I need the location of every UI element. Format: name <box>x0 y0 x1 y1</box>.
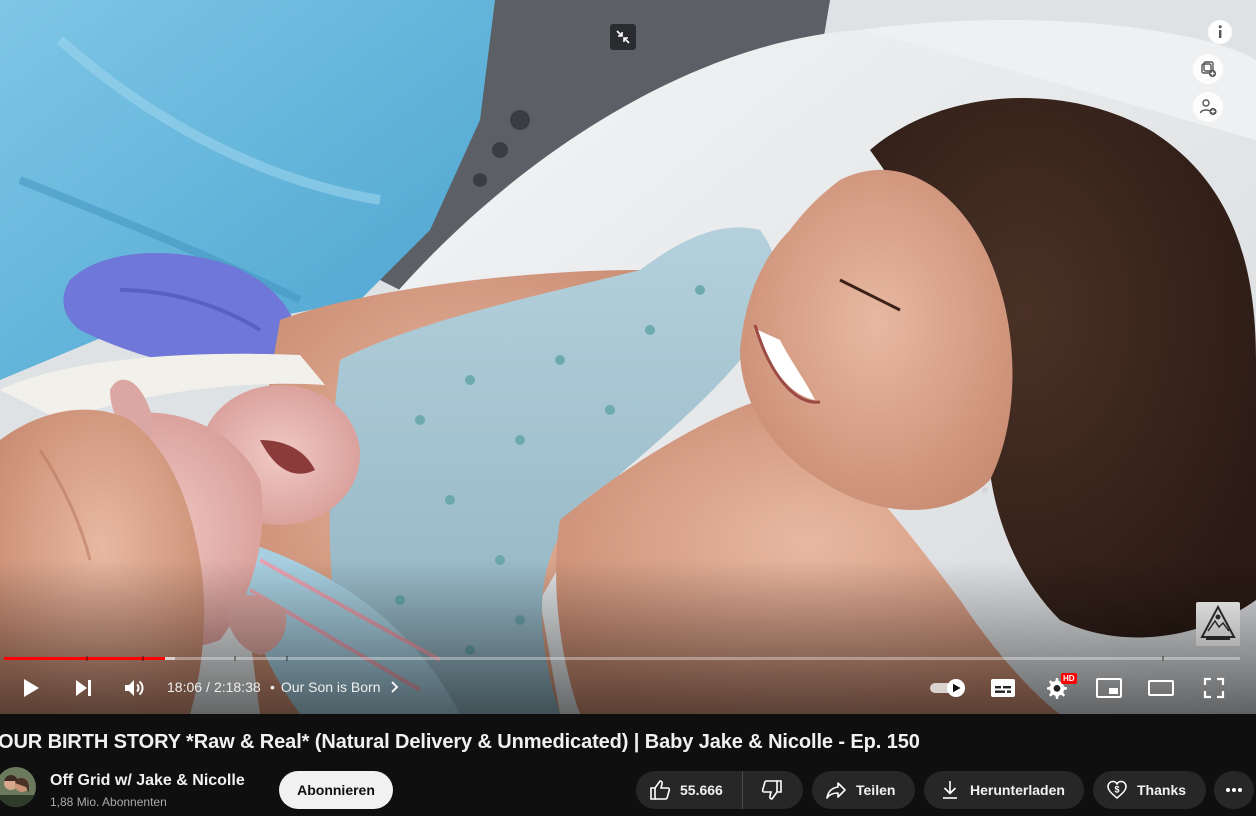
autoplay-toggle[interactable] <box>927 670 969 706</box>
video-player[interactable]: 18:06/2:18:38 • Our Son is Born HD <box>0 0 1256 714</box>
chapter-button[interactable]: • Our Son is Born <box>270 679 401 695</box>
chapter-marker <box>286 656 288 661</box>
next-button[interactable] <box>66 670 100 706</box>
channel-owner: Off Grid w/ Jake & Nicolle 1,88 Mio. Abo… <box>0 766 620 814</box>
volume-button[interactable] <box>117 670 151 706</box>
chapter-marker <box>86 656 88 661</box>
volume-icon <box>125 680 144 696</box>
exit-miniplayer-icon[interactable] <box>610 24 636 50</box>
channel-name[interactable]: Off Grid w/ Jake & Nicolle <box>50 772 245 790</box>
fullscreen-button[interactable] <box>1197 670 1231 706</box>
time-separator: / <box>206 679 210 695</box>
share-button[interactable]: Teilen <box>812 771 915 809</box>
play-icon <box>24 679 39 697</box>
autoplay-toggle-icon <box>930 679 965 697</box>
dislike-button[interactable] <box>743 771 801 809</box>
like-button[interactable]: 55.666 <box>636 771 743 809</box>
avatar[interactable] <box>0 767 36 807</box>
progress-track <box>4 657 1240 660</box>
chapter-marker <box>234 656 236 661</box>
chapter-marker <box>1162 656 1164 661</box>
like-icon <box>650 780 671 800</box>
download-icon <box>943 781 957 799</box>
share-icon <box>826 782 846 799</box>
thanks-icon: $ <box>1107 780 1127 799</box>
quality-badge: HD <box>1061 673 1077 684</box>
chapter-bullet: • <box>270 679 275 695</box>
play-button[interactable] <box>14 670 48 706</box>
settings-button[interactable]: HD <box>1039 670 1077 706</box>
time-current: 18:06 <box>167 679 203 695</box>
subtitles-button[interactable] <box>986 670 1020 706</box>
thanks-label: Thanks <box>1137 782 1187 798</box>
more-actions-button[interactable] <box>1214 771 1254 809</box>
chapter-title: Our Son is Born <box>280 679 381 695</box>
progress-bar[interactable] <box>4 656 1240 661</box>
miniplayer-button[interactable] <box>1092 670 1126 706</box>
like-count: 55.666 <box>680 782 723 798</box>
more-icon <box>1226 788 1242 792</box>
download-label: Herunterladen <box>970 782 1065 798</box>
subscriber-count: 1,88 Mio. Abonnenten <box>50 795 167 809</box>
dislike-icon <box>761 780 782 800</box>
share-label: Teilen <box>856 782 896 798</box>
video-title: OUR BIRTH STORY *Raw & Real* (Natural De… <box>0 731 920 753</box>
svg-text:$: $ <box>1114 785 1119 795</box>
chevron-right-icon <box>390 681 398 693</box>
theater-mode-icon <box>1148 680 1174 696</box>
subtitles-icon <box>991 679 1015 697</box>
next-icon <box>76 680 91 696</box>
add-to-playlist-icon[interactable] <box>1193 54 1223 84</box>
fullscreen-icon <box>1203 677 1225 699</box>
time-display: 18:06/2:18:38 <box>167 679 261 695</box>
thanks-button[interactable]: $ Thanks <box>1093 771 1206 809</box>
like-dislike-group: 55.666 <box>636 771 803 809</box>
time-total: 2:18:38 <box>213 679 261 695</box>
subscribe-button[interactable]: Abonnieren <box>279 771 393 809</box>
theater-mode-button[interactable] <box>1144 670 1178 706</box>
chapter-marker <box>142 656 144 661</box>
channel-icon[interactable] <box>1193 92 1223 122</box>
info-icon[interactable] <box>1208 20 1232 44</box>
download-button[interactable]: Herunterladen <box>924 771 1084 809</box>
miniplayer-icon <box>1096 678 1122 698</box>
